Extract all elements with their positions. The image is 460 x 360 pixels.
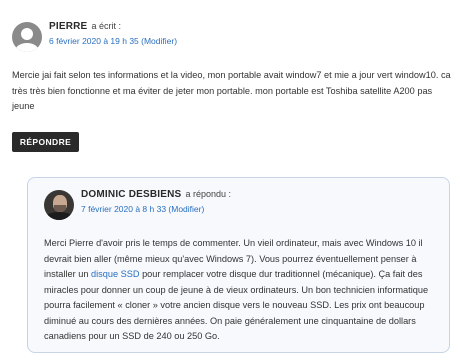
comment-text: Mercie jai fait selon tes informations e…	[12, 70, 451, 111]
reply-says: a répondu :	[185, 189, 231, 199]
comment-says: a écrit :	[91, 21, 121, 31]
reply-text: Merci Pierre d'avoir pris le temps de co…	[44, 236, 444, 345]
comment-author: PIERRE	[49, 21, 88, 32]
reply-header: DOMINIC DESBIENS a répondu : 7 février 2…	[44, 190, 231, 220]
reply-author-line: DOMINIC DESBIENS a répondu :	[81, 190, 231, 200]
comment-header: PIERRE a écrit : 6 février 2020 à 19 h 3…	[12, 22, 177, 52]
ssd-link[interactable]: disque SSD	[91, 269, 140, 279]
reply-text-part2: pour remplacer votre disque dur traditio…	[44, 269, 429, 341]
avatar-shirt-shape	[44, 212, 74, 220]
reply-button[interactable]: RÉPONDRE	[12, 132, 79, 152]
comment-meta: PIERRE a écrit : 6 février 2020 à 19 h 3…	[49, 22, 177, 46]
comment-author-line: PIERRE a écrit :	[49, 22, 177, 32]
reply-meta: DOMINIC DESBIENS a répondu : 7 février 2…	[81, 190, 231, 220]
comment-date-link[interactable]: 6 février 2020 à 19 h 35 (Modifier)	[49, 37, 177, 46]
reply-author: DOMINIC DESBIENS	[81, 189, 182, 200]
reply-comment-box: DOMINIC DESBIENS a répondu : 7 février 2…	[27, 177, 450, 353]
avatar-beard-shape	[54, 205, 66, 212]
avatar-body-shape	[15, 43, 39, 52]
default-avatar	[12, 22, 42, 52]
avatar-head-shape	[21, 28, 33, 40]
author-avatar	[44, 190, 74, 220]
reply-date-link[interactable]: 7 février 2020 à 8 h 33 (Modifier)	[81, 205, 231, 214]
